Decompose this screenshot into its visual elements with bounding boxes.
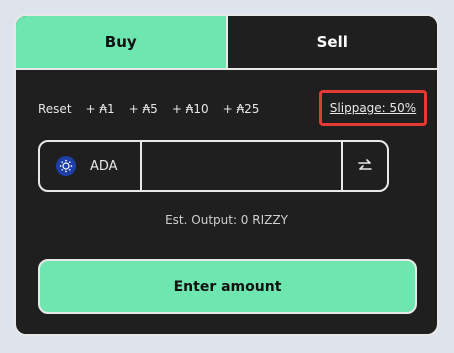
add-1-ada-button[interactable]: + ₳1 xyxy=(86,102,115,116)
reset-button[interactable]: Reset xyxy=(38,102,72,116)
add-25-ada-button[interactable]: + ₳25 xyxy=(223,102,260,116)
slippage-highlight-box: Slippage: 50% xyxy=(319,90,427,126)
add-5-ada-button[interactable]: + ₳5 xyxy=(129,102,158,116)
buy-sell-tabs: Buy Sell xyxy=(16,16,437,70)
enter-amount-button[interactable]: Enter amount xyxy=(38,259,417,314)
swap-widget: Buy Sell Reset + ₳1 + ₳5 + ₳10 + ₳25 Sli… xyxy=(14,14,439,336)
tab-buy[interactable]: Buy xyxy=(16,16,228,68)
swap-button[interactable] xyxy=(343,142,387,190)
amount-input-row: ADA xyxy=(38,140,389,192)
token-selector[interactable]: ADA xyxy=(40,142,142,190)
swap-arrows-icon xyxy=(358,159,372,170)
add-10-ada-button[interactable]: + ₳10 xyxy=(172,102,209,116)
slippage-link[interactable]: Slippage: 50% xyxy=(330,101,416,115)
amount-input[interactable] xyxy=(142,142,343,190)
token-label: ADA xyxy=(90,158,118,174)
tab-sell[interactable]: Sell xyxy=(227,16,437,68)
cardano-icon xyxy=(56,156,76,176)
estimated-output: Est. Output: 0 RIZZY xyxy=(165,213,288,227)
